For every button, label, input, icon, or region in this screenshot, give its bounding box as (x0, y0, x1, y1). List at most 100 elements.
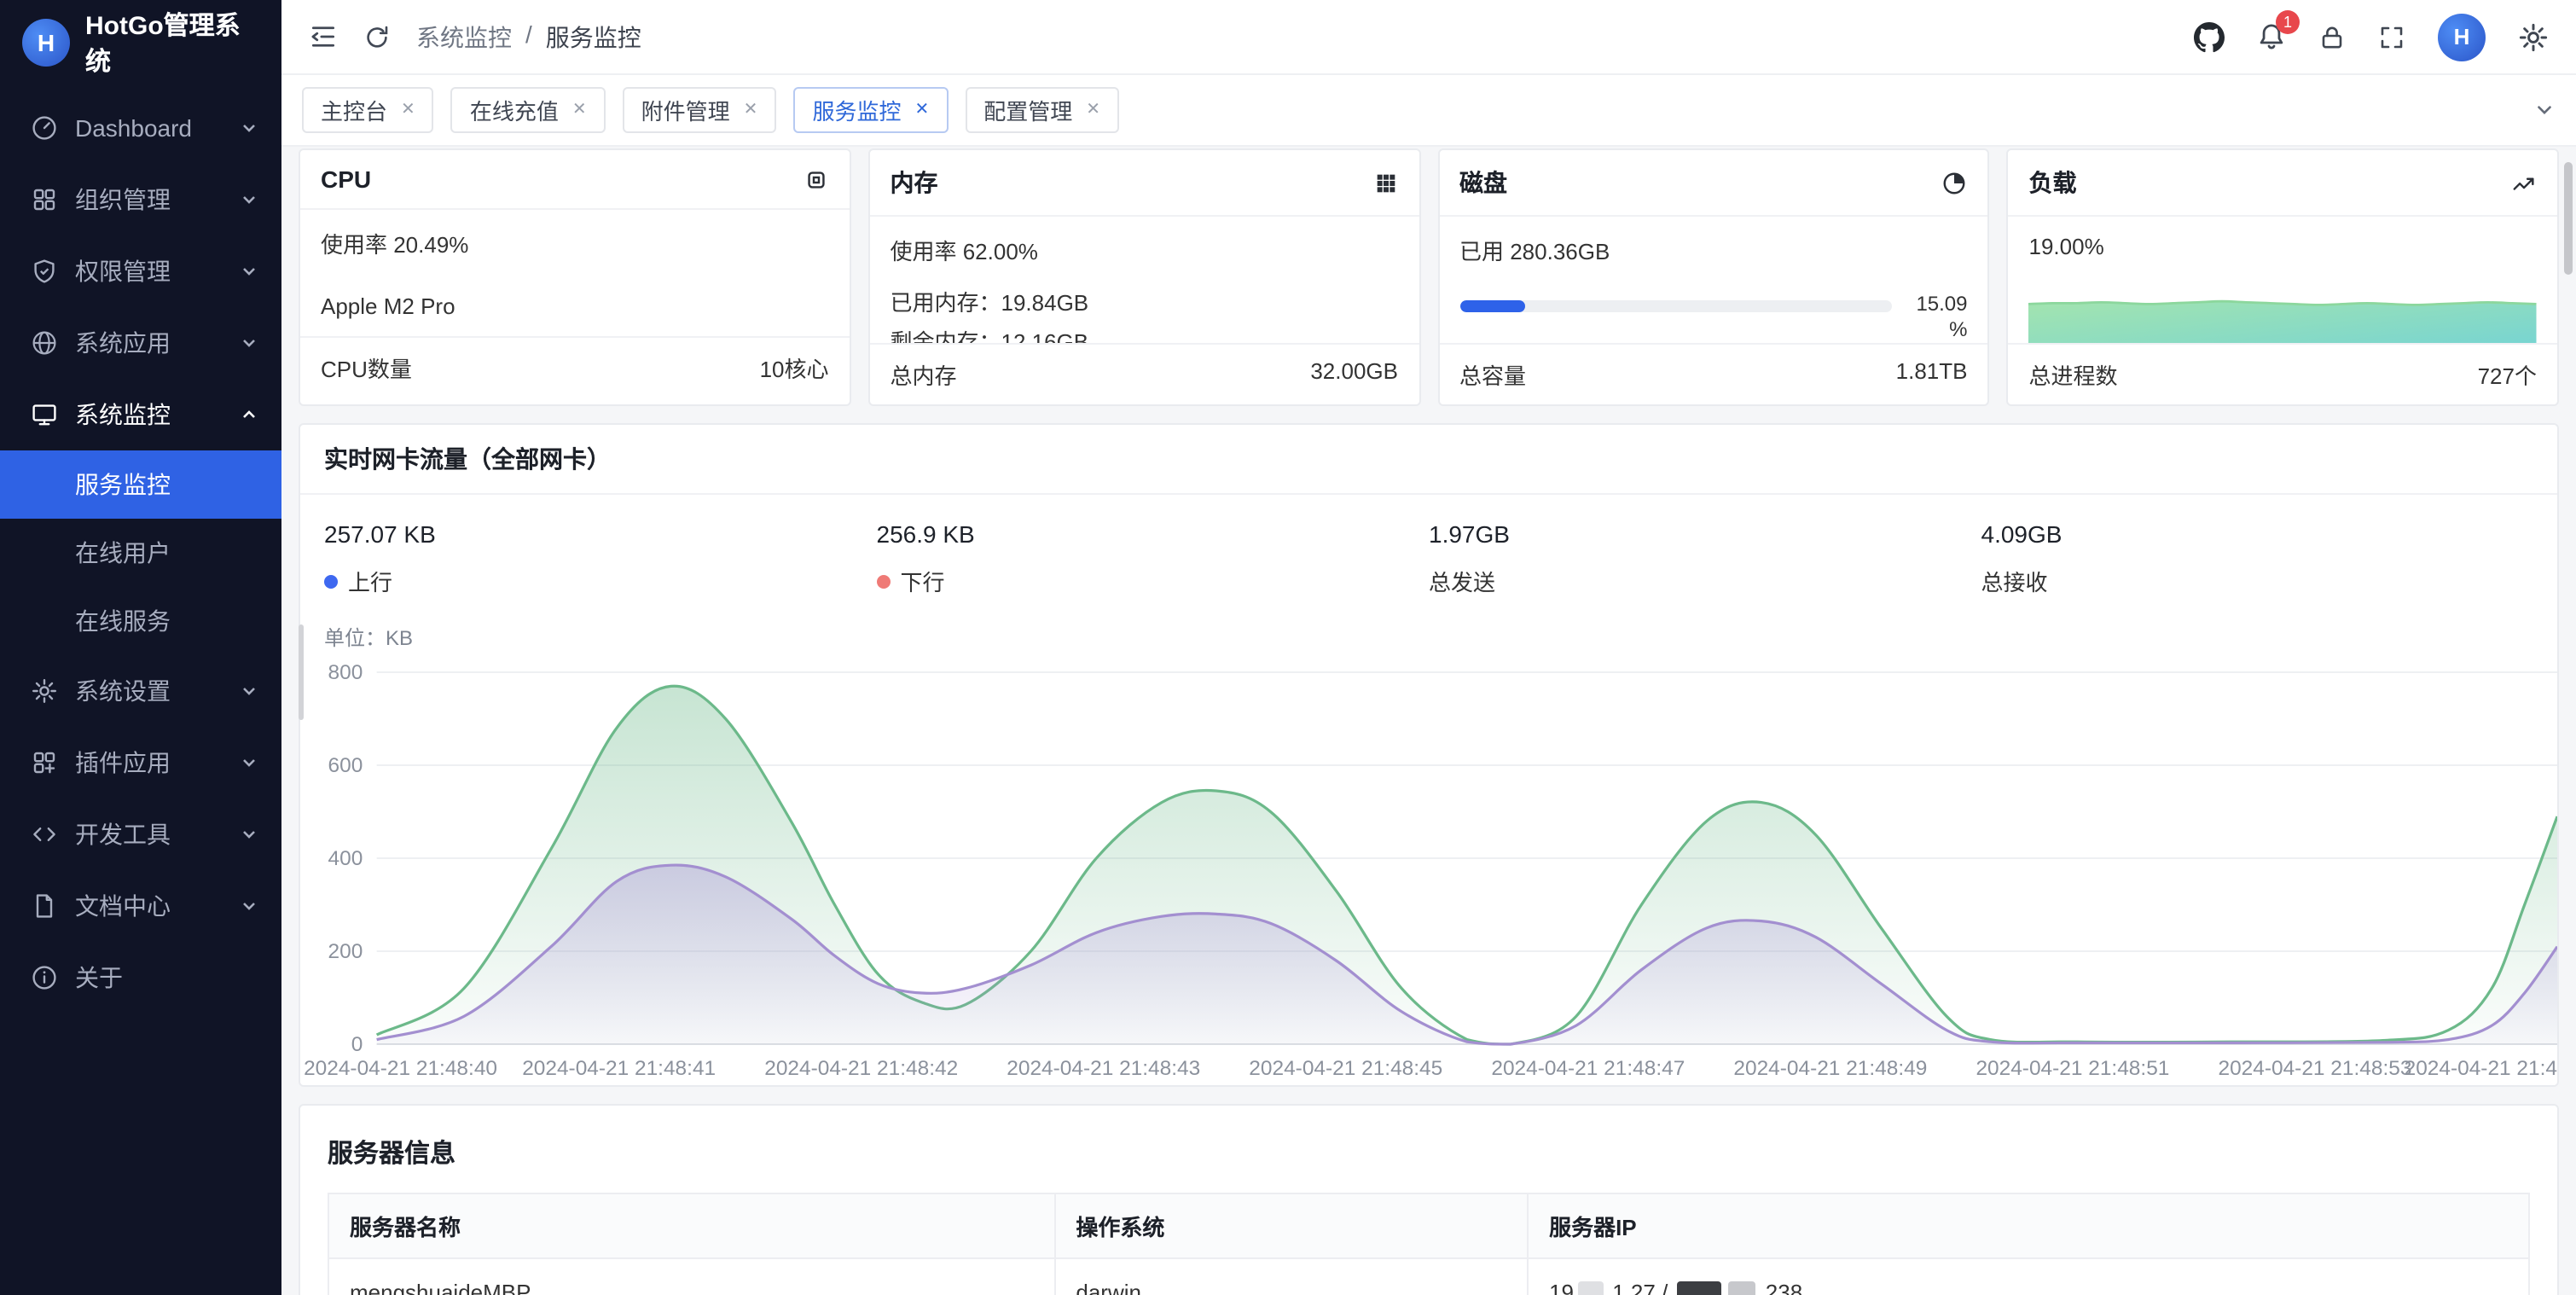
sidebar-item-docs[interactable]: 文档中心 (0, 870, 281, 942)
sidebar-item-permissions[interactable]: 权限管理 (0, 235, 281, 307)
load-footer-label: 总进程数 (2029, 358, 2118, 391)
sidebar-item-service-monitor[interactable]: 服务监控 (0, 450, 281, 519)
github-icon[interactable] (2194, 21, 2225, 52)
sidebar-item-plugins[interactable]: 插件应用 (0, 727, 281, 798)
tab-service-monitor[interactable]: 服务监控 ✕ (793, 87, 948, 133)
stat-total-received: 4.09GB 总接收 (1981, 520, 2534, 597)
svg-text:2024-04-21 21:48:42: 2024-04-21 21:48:42 (764, 1057, 958, 1080)
globe-icon (31, 329, 58, 357)
disk-progress-fill (1459, 300, 1525, 312)
load-chart-svg (2029, 273, 2538, 343)
stat-upload-value: 257.07 KB (324, 520, 877, 548)
logo-icon: H (22, 19, 70, 67)
sidebar-item-dev-tools[interactable]: 开发工具 (0, 798, 281, 870)
stat-download-label: 下行 (901, 565, 945, 597)
server-info-card: 服务器信息 服务器名称 操作系统 服务器IP mengshuaideMBP da… (299, 1104, 2559, 1295)
lock-icon[interactable] (2318, 23, 2346, 50)
sidebar-item-system-apps[interactable]: 系统应用 (0, 307, 281, 379)
sidebar: H HotGo管理系统 Dashboard 组织管理 (0, 0, 281, 1295)
tabs-more-chevron-icon[interactable] (2533, 99, 2556, 121)
monitor-icon (31, 401, 58, 428)
disk-used-text: 已用 280.36GB (1459, 234, 1968, 266)
content-scrollbar[interactable] (299, 624, 304, 720)
code-icon (31, 821, 58, 848)
stat-total-received-value: 4.09GB (1981, 520, 2534, 548)
chevron-down-icon (241, 826, 258, 843)
disk-percent-value: 15.09 (1906, 292, 1968, 317)
server-os-cell: darwin (1054, 1258, 1528, 1295)
server-info-table: 服务器名称 操作系统 服务器IP mengshuaideMBP darwin 1… (328, 1193, 2530, 1295)
tab-online-recharge[interactable]: 在线充值 ✕ (451, 87, 606, 133)
sidebar-item-label: 系统设置 (75, 674, 241, 708)
gear-icon (31, 677, 58, 705)
avatar[interactable]: H (2438, 13, 2486, 61)
cpu-footer-value: 10核心 (760, 351, 829, 384)
stat-total-sent-label: 总发送 (1429, 565, 1495, 597)
fullscreen-icon[interactable] (2378, 23, 2405, 50)
close-icon[interactable]: ✕ (572, 101, 587, 119)
document-icon (31, 892, 58, 920)
ip-redaction-block (1678, 1281, 1722, 1295)
breadcrumb-parent[interactable]: 系统监控 (416, 20, 512, 54)
sidebar-item-about[interactable]: 关于 (0, 942, 281, 1013)
sidebar-item-label: 系统应用 (75, 326, 241, 360)
chevron-down-icon (241, 334, 258, 351)
disk-card-title: 磁盘 (1459, 166, 1507, 200)
svg-text:2024-04-21 21:48:41: 2024-04-21 21:48:41 (522, 1057, 716, 1080)
page-scrollbar[interactable] (2564, 162, 2573, 275)
svg-text:600: 600 (328, 754, 363, 777)
load-mini-chart (2029, 273, 2538, 343)
sidebar-item-online-users[interactable]: 在线用户 (0, 519, 281, 587)
sidebar-subitem-label: 在线用户 (75, 536, 171, 570)
chevron-down-icon (241, 754, 258, 771)
cpu-model-text: Apple M2 Pro (321, 293, 829, 319)
info-icon (31, 964, 58, 991)
sidebar-nav: Dashboard 组织管理 权限管理 (0, 85, 281, 1295)
close-icon[interactable]: ✕ (744, 101, 758, 119)
load-footer-value: 727个 (2478, 358, 2537, 391)
app-logo[interactable]: H HotGo管理系统 (0, 0, 281, 85)
top-bar-actions: 1 H (2194, 13, 2549, 61)
disk-percent: 15.09 % (1906, 292, 1968, 343)
svg-text:0: 0 (351, 1033, 363, 1056)
server-ip-cell: 19 1.27 / .238 (1528, 1258, 2529, 1295)
memory-grid-icon (1372, 170, 1398, 195)
breadcrumb-separator: / (525, 20, 532, 54)
svg-text:2024-04-21 21:48:45: 2024-04-21 21:48:45 (1249, 1057, 1442, 1080)
close-icon[interactable]: ✕ (401, 101, 415, 119)
tab-console[interactable]: 主控台 ✕ (302, 87, 434, 133)
memory-free-text: 剩余内存：12.16GB (891, 324, 1399, 343)
svg-text:2024-04-21 21:48:51: 2024-04-21 21:48:51 (1976, 1057, 2169, 1080)
sidebar-item-system-monitor[interactable]: 系统监控 (0, 379, 281, 450)
disk-card: 磁盘 已用 280.36GB 15.09 (1437, 148, 1990, 406)
server-name-cell: mengshuaideMBP (328, 1258, 1054, 1295)
sidebar-item-dashboard[interactable]: Dashboard (0, 92, 281, 164)
sidebar-item-organization[interactable]: 组织管理 (0, 164, 281, 235)
close-icon[interactable]: ✕ (914, 101, 929, 119)
sidebar-item-online-services[interactable]: 在线服务 (0, 587, 281, 655)
disk-progress-bar (1459, 300, 1893, 312)
main-area: 系统监控 / 服务监控 1 H (281, 0, 2576, 1295)
chevron-down-icon (241, 682, 258, 700)
tab-config[interactable]: 配置管理 ✕ (965, 87, 1119, 133)
sidebar-item-system-settings[interactable]: 系统设置 (0, 655, 281, 727)
memory-usage-text: 使用率 62.00% (891, 234, 1399, 266)
sidebar-collapse-button[interactable] (309, 22, 338, 51)
stat-upload-label: 上行 (348, 565, 392, 597)
stat-total-sent: 1.97GB 总发送 (1429, 520, 1981, 597)
svg-text:2024-04-21 21:48:47: 2024-04-21 21:48:47 (1491, 1057, 1685, 1080)
notifications-button[interactable]: 1 (2257, 22, 2286, 51)
column-server-ip: 服务器IP (1528, 1193, 2529, 1258)
settings-gear-icon[interactable] (2518, 21, 2549, 52)
close-icon[interactable]: ✕ (1086, 101, 1100, 119)
refresh-icon[interactable] (363, 23, 391, 50)
tab-label: 服务监控 (812, 94, 901, 126)
memory-footer-value: 32.00GB (1310, 358, 1398, 391)
load-card-title: 负载 (2029, 166, 2077, 200)
tab-attachments[interactable]: 附件管理 ✕ (623, 87, 777, 133)
chevron-up-icon (241, 406, 258, 423)
memory-used-text: 已用内存：19.84GB (891, 285, 1399, 317)
memory-footer-label: 总内存 (891, 358, 957, 391)
tab-label: 配置管理 (983, 94, 1072, 126)
disk-footer-value: 1.81TB (1896, 358, 1968, 391)
